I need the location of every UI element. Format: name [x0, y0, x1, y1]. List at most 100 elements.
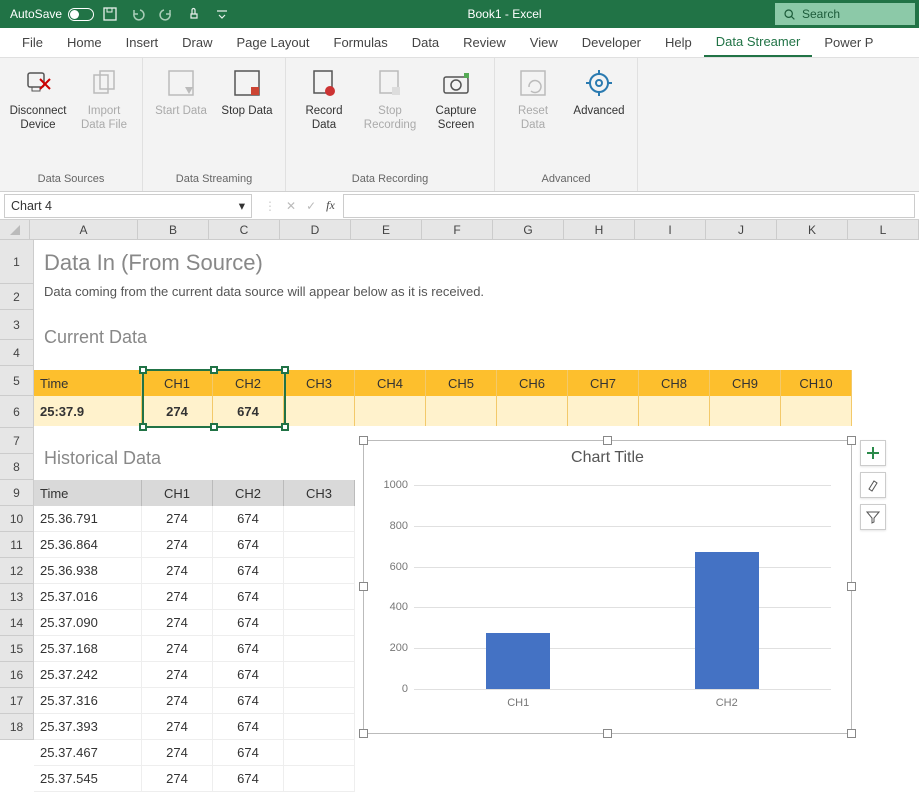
row-header-1[interactable]: 1	[0, 240, 34, 284]
tab-developer[interactable]: Developer	[570, 29, 653, 56]
column-header-H[interactable]: H	[564, 220, 635, 239]
search-box[interactable]: Search	[775, 3, 915, 25]
row-header-9[interactable]: 9	[0, 480, 34, 506]
history-row[interactable]: 25.36.864274674	[34, 532, 355, 558]
row-header-5[interactable]: 5	[0, 366, 34, 396]
row-header-8[interactable]: 8	[0, 454, 34, 480]
tab-power-p[interactable]: Power P	[812, 29, 885, 56]
row-header-4[interactable]: 4	[0, 340, 34, 366]
chevron-down-icon: ▾	[239, 198, 245, 213]
column-header-D[interactable]: D	[280, 220, 351, 239]
column-header-I[interactable]: I	[635, 220, 706, 239]
chart-plot-area[interactable]: 02004006008001000CH1CH2	[414, 485, 831, 689]
chart-elements-button[interactable]	[860, 440, 886, 466]
chart-bar-ch2[interactable]	[695, 552, 759, 689]
redo-icon[interactable]	[154, 2, 178, 26]
formula-bar[interactable]	[343, 194, 915, 218]
ribbon-button-record-data[interactable]: Record Data	[292, 62, 356, 171]
history-value: 674	[213, 688, 284, 714]
history-row[interactable]: 25.37.016274674	[34, 584, 355, 610]
history-row[interactable]: 25.37.393274674	[34, 714, 355, 740]
cancel-icon[interactable]: ✕	[286, 199, 296, 213]
worksheet[interactable]: 123456789101112131415161718 Data In (Fro…	[0, 240, 919, 800]
tab-insert[interactable]: Insert	[114, 29, 171, 56]
select-all-corner[interactable]	[0, 220, 30, 239]
row-header-17[interactable]: 17	[0, 688, 34, 714]
column-header-J[interactable]: J	[706, 220, 777, 239]
history-row[interactable]: 25.37.467274674	[34, 740, 355, 766]
current-value-ch7[interactable]	[568, 396, 639, 426]
row-header-14[interactable]: 14	[0, 610, 34, 636]
column-header-F[interactable]: F	[422, 220, 493, 239]
history-row[interactable]: 25.37.316274674	[34, 688, 355, 714]
current-time-value[interactable]: 25:37.9	[34, 396, 142, 426]
ribbon-button-advanced[interactable]: Advanced	[567, 62, 631, 171]
tab-data[interactable]: Data	[400, 29, 451, 56]
tab-formulas[interactable]: Formulas	[322, 29, 400, 56]
name-box[interactable]: Chart 4 ▾	[4, 194, 252, 218]
chart-styles-button[interactable]	[860, 472, 886, 498]
current-value-ch10[interactable]	[781, 396, 852, 426]
column-header-G[interactable]: G	[493, 220, 564, 239]
row-header-2[interactable]: 2	[0, 284, 34, 310]
history-value: 274	[142, 662, 213, 688]
row-header-13[interactable]: 13	[0, 584, 34, 610]
history-row[interactable]: 25.37.242274674	[34, 662, 355, 688]
tab-review[interactable]: Review	[451, 29, 518, 56]
column-header-A[interactable]: A	[30, 220, 138, 239]
chart-xaxis-tick: CH2	[716, 697, 738, 709]
column-header-K[interactable]: K	[777, 220, 848, 239]
chart-title[interactable]: Chart Title	[364, 441, 851, 475]
fx-icon[interactable]: fx	[326, 198, 335, 213]
undo-icon[interactable]	[126, 2, 150, 26]
embedded-chart[interactable]: Chart Title 02004006008001000CH1CH2	[363, 440, 852, 734]
autosave-toggle[interactable]: AutoSave	[10, 7, 94, 21]
row-header-15[interactable]: 15	[0, 636, 34, 662]
column-header-B[interactable]: B	[138, 220, 209, 239]
history-row[interactable]: 25.37.545274674	[34, 766, 355, 792]
history-value-empty	[284, 584, 355, 610]
history-row[interactable]: 25.36.938274674	[34, 558, 355, 584]
save-icon[interactable]	[98, 2, 122, 26]
column-header-L[interactable]: L	[848, 220, 919, 239]
customize-qat-icon[interactable]	[210, 2, 234, 26]
row-header-16[interactable]: 16	[0, 662, 34, 688]
current-value-ch8[interactable]	[639, 396, 710, 426]
row-header-18[interactable]: 18	[0, 714, 34, 740]
current-value-ch6[interactable]	[497, 396, 568, 426]
enter-icon[interactable]: ✓	[306, 199, 316, 213]
current-value-ch3[interactable]	[284, 396, 355, 426]
chart-bar-ch1[interactable]	[486, 633, 550, 689]
row-header-7[interactable]: 7	[0, 428, 34, 454]
tab-help[interactable]: Help	[653, 29, 704, 56]
current-value-ch9[interactable]	[710, 396, 781, 426]
section-subtitle: Data coming from the current data source…	[34, 284, 919, 299]
section-title-historical: Historical Data	[44, 448, 161, 469]
row-header-3[interactable]: 3	[0, 310, 34, 340]
column-header-E[interactable]: E	[351, 220, 422, 239]
tab-home[interactable]: Home	[55, 29, 114, 56]
chart-filters-button[interactable]	[860, 504, 886, 530]
tab-draw[interactable]: Draw	[170, 29, 224, 56]
tab-file[interactable]: File	[10, 29, 55, 56]
history-row[interactable]: 25.37.168274674	[34, 636, 355, 662]
ribbon-button-capture-screen[interactable]: Capture Screen	[424, 62, 488, 171]
row-header-12[interactable]: 12	[0, 558, 34, 584]
row-header-6[interactable]: 6	[0, 396, 34, 428]
tab-data-streamer[interactable]: Data Streamer	[704, 28, 813, 57]
history-row[interactable]: 25.37.090274674	[34, 610, 355, 636]
row-header-10[interactable]: 10	[0, 506, 34, 532]
row-header-11[interactable]: 11	[0, 532, 34, 558]
touch-mode-icon[interactable]	[182, 2, 206, 26]
ribbon-button-stop-data[interactable]: Stop Data	[215, 62, 279, 171]
history-row[interactable]: 25.36.791274674	[34, 506, 355, 532]
tab-view[interactable]: View	[518, 29, 570, 56]
chart-yaxis-tick: 800	[390, 520, 408, 532]
chart-side-tools	[860, 440, 886, 530]
column-header-C[interactable]: C	[209, 220, 280, 239]
current-value-ch5[interactable]	[426, 396, 497, 426]
current-value-ch4[interactable]	[355, 396, 426, 426]
historical-data: 25.36.79127467425.36.86427467425.36.9382…	[34, 506, 355, 792]
tab-page-layout[interactable]: Page Layout	[225, 29, 322, 56]
ribbon-button-disconnect-device[interactable]: Disconnect Device	[6, 62, 70, 171]
